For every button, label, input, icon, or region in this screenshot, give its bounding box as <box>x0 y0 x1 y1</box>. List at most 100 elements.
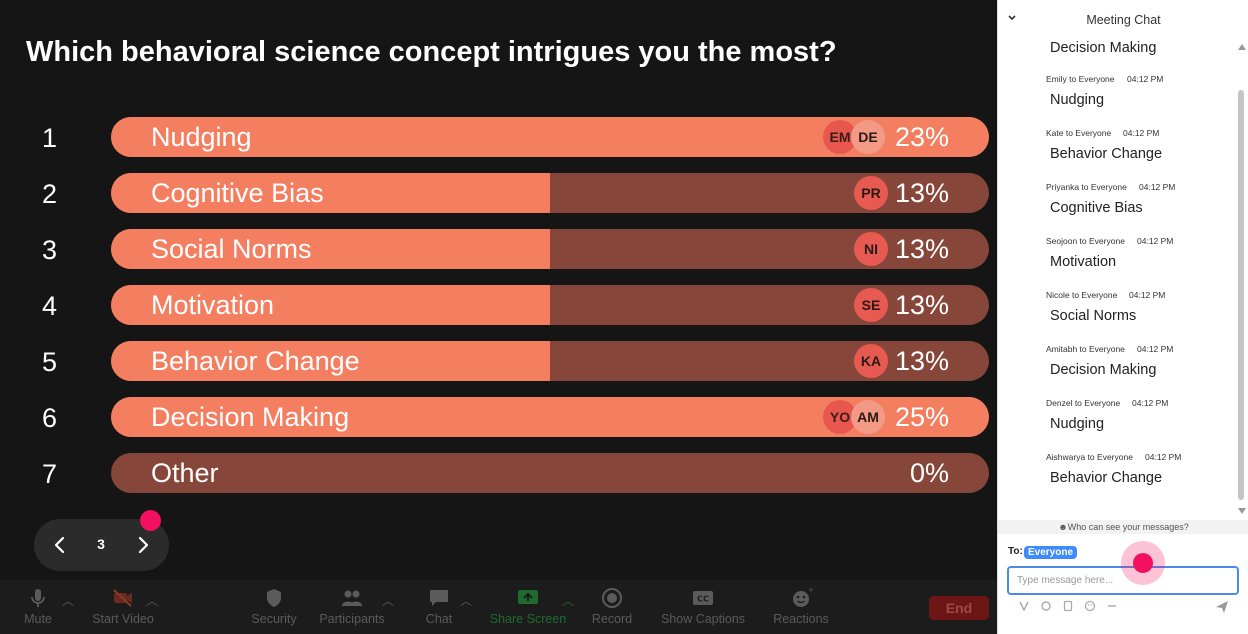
next-page-button[interactable] <box>130 532 156 558</box>
poll-presentation: Which behavioral science concept intrigu… <box>0 0 997 634</box>
option-percent: 13% <box>894 234 949 264</box>
emoji-icon[interactable] <box>1084 600 1096 612</box>
poll-option-row: 2 Cognitive Bias PR 13% <box>0 173 997 213</box>
share-screen-label: Share Screen <box>489 612 567 626</box>
result-bar: Other 0% <box>111 453 989 493</box>
page-number: 3 <box>97 536 105 552</box>
option-label: Behavior Change <box>151 346 360 376</box>
participants-options-chevron-icon[interactable]: ︿ <box>382 592 394 609</box>
share-screen-icon <box>518 590 538 604</box>
participants-button[interactable]: Participants <box>316 586 388 626</box>
reactions-label: Reactions <box>773 612 829 626</box>
chat-message-text: Cognitive Bias <box>1050 200 1143 216</box>
voter-avatar: NI <box>854 232 888 266</box>
record-button[interactable]: Record <box>588 586 636 626</box>
chat-title: Meeting Chat <box>1086 13 1161 27</box>
show-captions-button[interactable]: CC Show Captions <box>656 586 750 626</box>
option-label: Other <box>151 458 219 488</box>
chat-message-sender: Amitabh to Everyone <box>1046 344 1125 354</box>
voter-avatar: AM <box>851 400 885 434</box>
chat-message-sender: Denzel to Everyone <box>1046 398 1121 408</box>
option-number: 3 <box>42 235 58 265</box>
mute-label: Mute <box>24 612 52 626</box>
scroll-up-arrow-icon[interactable] <box>1238 44 1246 50</box>
svg-text:CC: CC <box>697 595 709 604</box>
participants-label: Participants <box>319 612 385 626</box>
end-meeting-button[interactable]: End <box>929 596 989 620</box>
previous-page-button[interactable] <box>47 532 73 558</box>
chat-options-chevron-icon[interactable]: ︿ <box>460 592 472 609</box>
share-options-chevron-icon[interactable]: ︿ <box>562 592 574 609</box>
option-percent: 0% <box>909 458 949 488</box>
chat-message-sender: Priyanka to Everyone <box>1046 182 1127 192</box>
share-screen-button[interactable]: Share Screen <box>488 586 568 626</box>
microphone-icon <box>31 589 45 607</box>
record-icon <box>602 588 622 608</box>
recipient-selector[interactable]: Everyone <box>1024 546 1078 559</box>
option-label: Nudging <box>151 122 252 152</box>
option-number: 1 <box>42 123 58 153</box>
option-percent: 13% <box>894 346 949 376</box>
meeting-chat-panel: Meeting Chat Decision Making Emily to Eve… <box>997 0 1248 634</box>
option-percent: 23% <box>894 122 949 152</box>
option-number: 4 <box>42 291 58 321</box>
voter-avatar: PR <box>854 176 888 210</box>
option-label: Motivation <box>151 290 275 320</box>
chat-button[interactable]: Chat <box>420 586 458 626</box>
reactions-button[interactable]: + Reactions <box>770 586 832 626</box>
chat-message-list: Decision Making Emily to Everyone 04:12 PM… <box>998 36 1234 518</box>
result-bar: Nudging EM DE 23% <box>111 117 989 157</box>
record-label: Record <box>591 612 633 626</box>
chat-message-time: 04:12 PM <box>1129 290 1166 300</box>
security-label: Security <box>251 612 297 626</box>
chat-message-text: Decision Making <box>1050 362 1157 378</box>
chat-message-time: 04:12 PM <box>1139 182 1176 192</box>
option-percent: 13% <box>894 178 949 208</box>
more-options-icon[interactable] <box>1106 600 1118 612</box>
meeting-toolbar: Mute ︿ Start Video ︿ Security Participan… <box>0 580 997 634</box>
scroll-down-arrow-icon[interactable] <box>1238 508 1246 514</box>
option-label: Social Norms <box>151 234 312 264</box>
chat-message-text: Decision Making <box>1050 40 1157 56</box>
chat-message-text: Motivation <box>1050 254 1117 270</box>
result-bar: Cognitive Bias PR 13% <box>111 173 989 213</box>
chat-message-text: Behavior Change <box>1050 470 1163 486</box>
chat-message-time: 04:12 PM <box>1123 128 1160 138</box>
security-button[interactable]: Security <box>248 586 300 626</box>
option-label: Decision Making <box>151 402 350 432</box>
option-label: Cognitive Bias <box>151 178 324 208</box>
person-icon: ☻ <box>1058 522 1068 532</box>
chat-message-time: 04:12 PM <box>1137 236 1174 246</box>
chat-message-time: 04:12 PM <box>1145 452 1182 462</box>
chat-message-sender: Kate to Everyone <box>1046 128 1112 138</box>
cursor-indicator <box>1133 553 1153 573</box>
result-bar: Behavior Change KA 13% <box>111 341 989 381</box>
poll-question: Which behavioral science concept intrigu… <box>26 36 837 68</box>
poll-option-row: 1 Nudging EM DE 23% <box>0 117 997 157</box>
start-video-label: Start Video <box>92 612 154 626</box>
chat-message-text: Nudging <box>1050 416 1105 432</box>
mute-options-chevron-icon[interactable]: ︿ <box>62 592 74 609</box>
svg-text:+: + <box>808 586 813 594</box>
chat-scrollbar[interactable] <box>1235 38 1247 518</box>
poll-option-row: 7 Other 0% <box>0 453 997 493</box>
option-percent: 13% <box>894 290 949 320</box>
option-number: 5 <box>42 347 58 377</box>
who-can-see-messages-link[interactable]: ☻Who can see your messages? <box>998 520 1248 534</box>
file-icon[interactable] <box>1062 600 1074 612</box>
scroll-thumb[interactable] <box>1238 90 1244 500</box>
chat-message-time: 04:12 PM <box>1127 74 1164 84</box>
screenshot-icon[interactable] <box>1040 600 1052 612</box>
show-captions-label: Show Captions <box>660 612 746 626</box>
video-options-chevron-icon[interactable]: ︿ <box>146 592 158 609</box>
chat-message-text: Social Norms <box>1050 308 1137 324</box>
chat-message-time: 04:12 PM <box>1137 344 1174 354</box>
send-icon[interactable] <box>1214 599 1230 615</box>
voter-avatar: KA <box>854 344 888 378</box>
voter-avatar: DE <box>851 120 885 154</box>
mute-button[interactable]: Mute <box>22 586 54 626</box>
chat-message-text: Nudging <box>1050 92 1105 108</box>
chat-message-sender: Seojoon to Everyone <box>1046 236 1125 246</box>
format-icon[interactable] <box>1018 600 1030 612</box>
chat-message-sender: Emily to Everyone <box>1046 74 1115 84</box>
